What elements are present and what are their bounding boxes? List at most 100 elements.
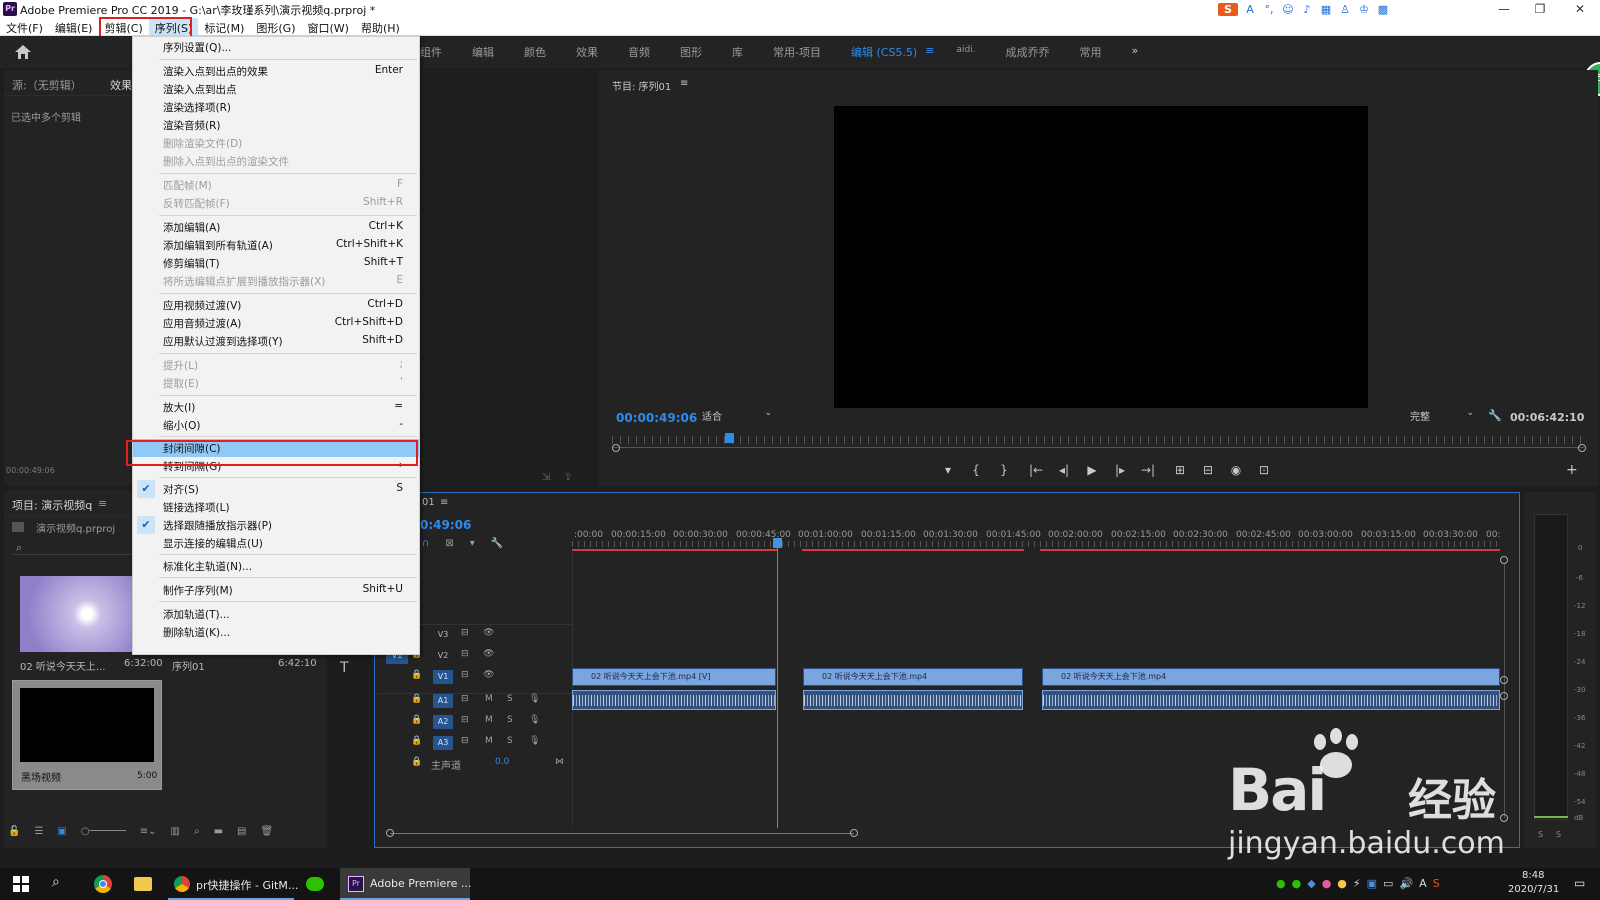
- ime-indicator[interactable]: A: [1419, 877, 1427, 890]
- track-label[interactable]: A1: [433, 694, 453, 708]
- mute-button[interactable]: M: [485, 694, 493, 704]
- share-icon[interactable]: ⇪: [564, 472, 572, 483]
- go-to-in-button[interactable]: |←: [1022, 463, 1050, 479]
- extract-button[interactable]: ⊟: [1194, 463, 1222, 479]
- export-frame-button[interactable]: ◉: [1222, 463, 1250, 479]
- menu-item-lift[interactable]: 提升(L);: [133, 356, 419, 374]
- wrench-icon[interactable]: 🔧: [1488, 409, 1502, 422]
- program-playhead[interactable]: [725, 433, 734, 443]
- program-title[interactable]: 节目: 序列01: [612, 78, 671, 93]
- menu-clip[interactable]: 剪辑(C): [98, 18, 148, 36]
- menu-item-add-tracks[interactable]: 添加轨道(T)...: [133, 605, 419, 623]
- step-back-button[interactable]: ◂|: [1050, 463, 1078, 479]
- audio-clip[interactable]: [1042, 690, 1500, 710]
- find-icon[interactable]: ⌕: [194, 826, 200, 842]
- vscroll-handle[interactable]: [1500, 692, 1508, 700]
- project-menu-icon[interactable]: ≡: [98, 497, 107, 510]
- menu-item-delete-tracks[interactable]: 删除轨道(K)...: [133, 623, 419, 641]
- volume-icon[interactable]: 🔊: [1399, 877, 1413, 890]
- playhead-handle[interactable]: [773, 538, 782, 548]
- menu-item-go-to-gap[interactable]: 转到间隔(G) ›: [133, 457, 419, 475]
- ime-punct-icon[interactable]: °,: [1262, 3, 1276, 16]
- mark-out-button[interactable]: }: [990, 463, 1018, 479]
- step-forward-button[interactable]: |▸: [1106, 463, 1134, 479]
- menu-item-show-through-edits[interactable]: 显示连接的编辑点(U): [133, 534, 419, 552]
- eye-icon[interactable]: 👁: [483, 628, 494, 638]
- timeline-settings-icon[interactable]: 🔧: [491, 538, 503, 549]
- sync-lock-icon[interactable]: ⊟: [461, 715, 469, 725]
- search-icon[interactable]: ⌕: [16, 541, 22, 555]
- sync-lock-icon[interactable]: ⊟: [461, 649, 469, 659]
- workspace-tab[interactable]: 组件: [420, 44, 442, 60]
- menu-item-render-audio[interactable]: 渲染音频(R): [133, 116, 419, 134]
- menu-item-normalize-master[interactable]: 标准化主轨道(N)...: [133, 557, 419, 575]
- lock-icon[interactable]: 🔒: [411, 757, 422, 767]
- video-clip[interactable]: 02 听说今天天上会下池.mp4: [803, 668, 1023, 686]
- ime-mode-icon[interactable]: A: [1243, 3, 1257, 16]
- menu-graphics[interactable]: 图形(G): [250, 18, 301, 36]
- workspace-tab-active[interactable]: 编辑 (CS5.5): [851, 44, 917, 60]
- sort-icon[interactable]: ≡⌄: [140, 826, 157, 842]
- mute-button[interactable]: M: [485, 715, 493, 725]
- fit-dropdown[interactable]: 适合 ⌄: [702, 408, 772, 424]
- eye-icon[interactable]: 👁: [483, 670, 494, 680]
- usb-icon[interactable]: ⚡: [1353, 877, 1361, 890]
- chrome-taskbar-icon[interactable]: [92, 868, 116, 900]
- lock-icon[interactable]: 🔒: [411, 694, 422, 704]
- menu-item-apply-audio-transition[interactable]: 应用音频过渡(A) Ctrl+Shift+D: [133, 314, 419, 332]
- workspace-tab[interactable]: 编辑: [472, 44, 494, 60]
- app-tray-icon[interactable]: ▣: [1367, 877, 1377, 890]
- microphone-icon[interactable]: 🎙: [529, 736, 540, 746]
- zoom-slider[interactable]: ○──────: [81, 826, 126, 842]
- add-marker-button[interactable]: ▾: [934, 463, 962, 479]
- audio-clip[interactable]: [803, 690, 1023, 710]
- automate-icon[interactable]: ▥: [171, 826, 180, 842]
- lock-icon[interactable]: 🔓: [8, 826, 20, 842]
- menu-item-close-gap[interactable]: 封闭间隙(C): [133, 439, 419, 457]
- meter-solo-button[interactable]: S: [1556, 830, 1561, 839]
- effects-tab[interactable]: 效果: [110, 77, 132, 93]
- menu-markers[interactable]: 标记(M): [198, 18, 250, 36]
- premiere-task-button[interactable]: Pr Adobe Premiere ...: [340, 868, 471, 900]
- menu-item-delete-in-out-render[interactable]: 删除入点到出点的渲染文件: [133, 152, 419, 170]
- menu-item-make-subsequence[interactable]: 制作子序列(M) Shift+U: [133, 581, 419, 599]
- lock-icon[interactable]: 🔒: [411, 670, 422, 680]
- menu-item-selection-follows-playhead[interactable]: ✔ 选择跟随播放指示器(P): [133, 516, 419, 534]
- menu-item-match-frame[interactable]: 匹配帧(M) F: [133, 176, 419, 194]
- track-label[interactable]: V2: [433, 649, 453, 663]
- program-menu-icon[interactable]: ≡: [680, 78, 688, 89]
- comparison-view-button[interactable]: ⊡: [1250, 463, 1278, 479]
- menu-item-render-effects[interactable]: 渲染入点到出点的效果 Enter: [133, 62, 419, 80]
- mute-button[interactable]: M: [485, 736, 493, 746]
- shield-icon[interactable]: ◆: [1307, 877, 1315, 890]
- snap-icon[interactable]: ∩: [422, 538, 429, 549]
- maximize-button[interactable]: ❐: [1522, 0, 1558, 18]
- eye-icon[interactable]: 👁: [483, 649, 494, 659]
- new-item-icon[interactable]: ▤: [237, 826, 246, 842]
- minimize-button[interactable]: —: [1486, 0, 1522, 18]
- add-button[interactable]: +: [1566, 462, 1578, 478]
- start-button[interactable]: [8, 868, 34, 900]
- clock-time[interactable]: 8:48: [1522, 870, 1544, 881]
- zoom-handle-left[interactable]: [612, 444, 620, 452]
- mark-in-button[interactable]: {: [962, 463, 990, 479]
- vscroll-handle[interactable]: [1500, 676, 1508, 684]
- app-tray-icon[interactable]: ●: [1337, 877, 1347, 890]
- black-video-item[interactable]: 黑场视频 5:00: [12, 680, 162, 790]
- ime-voice-icon[interactable]: ♪: [1300, 3, 1314, 16]
- vscroll-handle[interactable]: [1500, 814, 1508, 822]
- menu-item-apply-video-transition[interactable]: 应用视频过渡(V) Ctrl+D: [133, 296, 419, 314]
- ime-keyboard-icon[interactable]: ▦: [1319, 3, 1333, 16]
- timeline-tab[interactable]: 01: [422, 497, 435, 508]
- menu-item-zoom-in[interactable]: 放大(I) =: [133, 398, 419, 416]
- icon-view-icon[interactable]: ▣: [57, 826, 66, 842]
- workspace-tab[interactable]: 图形: [680, 44, 702, 60]
- sync-lock-icon[interactable]: ⊟: [461, 736, 469, 746]
- timeline-ruler[interactable]: [572, 541, 1500, 547]
- ime-skin-icon[interactable]: ♔: [1357, 3, 1371, 16]
- list-view-icon[interactable]: ☰: [34, 826, 43, 842]
- menu-help[interactable]: 帮助(H): [355, 18, 406, 36]
- notifications-icon[interactable]: ▭: [1574, 876, 1585, 890]
- timeline-playhead[interactable]: [777, 544, 778, 828]
- menu-item-snap[interactable]: ✔ 对齐(S) S: [133, 480, 419, 498]
